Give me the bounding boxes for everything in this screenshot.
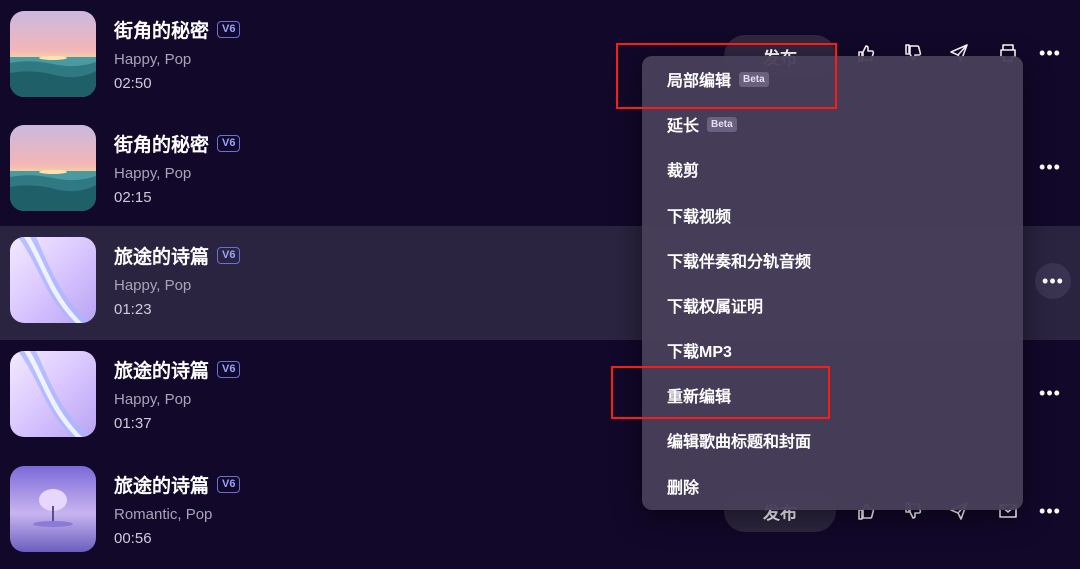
version-badge: V6 (217, 21, 241, 38)
song-tags: Happy, Pop (114, 277, 192, 294)
song-cover[interactable] (10, 351, 96, 437)
song-title[interactable]: 街角的秘密 (114, 16, 209, 43)
song-cover[interactable] (10, 11, 96, 97)
menu-item-download-stems[interactable]: 下载伴奏和分轨音频 (667, 248, 811, 272)
menu-item-label: 删除 (667, 480, 700, 497)
more-icon[interactable]: ••• (1034, 37, 1066, 69)
menu-item-label: 下载伴奏和分轨音频 (667, 254, 812, 271)
menu-item-partial-edit[interactable]: 局部编辑 Beta (667, 67, 769, 91)
more-icon[interactable]: ••• (1034, 151, 1066, 183)
menu-item-delete[interactable]: 删除 (667, 474, 699, 498)
version-badge: V6 (217, 135, 241, 152)
menu-item-label: 下载权属证明 (667, 299, 764, 316)
menu-item-edit-title-cover[interactable]: 编辑歌曲标题和封面 (667, 428, 811, 452)
menu-item-download-ownership-proof[interactable]: 下载权属证明 (667, 293, 763, 317)
menu-item-re-edit[interactable]: 重新编辑 (667, 383, 731, 407)
menu-item-label: 编辑歌曲标题和封面 (667, 434, 812, 451)
more-icon[interactable]: ••• (1035, 263, 1071, 299)
menu-item-label: 裁剪 (667, 163, 700, 180)
context-menu: 局部编辑 Beta 延长 Beta 裁剪 下载视频 下载伴奏和分轨音频 下载权属… (642, 56, 1023, 510)
song-tags: Happy, Pop (114, 165, 192, 182)
song-duration: 02:15 (114, 189, 152, 206)
abstract-ribbon-cover (10, 351, 96, 437)
song-tags: Happy, Pop (114, 391, 192, 408)
menu-item-extend[interactable]: 延长 Beta (667, 112, 737, 136)
song-title[interactable]: 街角的秘密 (114, 130, 209, 157)
abstract-ribbon-cover (10, 237, 96, 323)
song-cover[interactable] (10, 125, 96, 211)
song-duration: 00:56 (114, 530, 152, 547)
song-cover[interactable] (10, 237, 96, 323)
song-tags: Happy, Pop (114, 51, 192, 68)
menu-item-label: 延长 (667, 118, 700, 135)
sunset-sea-cover (10, 11, 96, 97)
version-badge: V6 (217, 361, 241, 378)
song-title[interactable]: 旅途的诗篇 (114, 242, 209, 269)
song-title[interactable]: 旅途的诗篇 (114, 356, 209, 383)
song-tags: Romantic, Pop (114, 506, 213, 523)
version-badge: V6 (217, 247, 241, 264)
menu-item-label: 下载视频 (667, 209, 732, 226)
menu-item-download-mp3[interactable]: 下载MP3 (667, 338, 732, 362)
menu-item-label: 局部编辑 (667, 73, 732, 90)
more-icon[interactable]: ••• (1034, 495, 1066, 527)
version-badge: V6 (217, 476, 241, 493)
song-duration: 02:50 (114, 75, 152, 92)
menu-item-crop[interactable]: 裁剪 (667, 157, 699, 181)
sunset-sea-cover (10, 125, 96, 211)
song-duration: 01:37 (114, 415, 152, 432)
menu-item-label: 下载MP3 (667, 344, 732, 361)
menu-item-download-video[interactable]: 下载视频 (667, 203, 731, 227)
purple-tree-cover (10, 466, 96, 552)
song-title[interactable]: 旅途的诗篇 (114, 471, 209, 498)
menu-item-label: 重新编辑 (667, 389, 732, 406)
song-cover[interactable] (10, 466, 96, 552)
beta-badge: Beta (739, 71, 769, 87)
beta-badge: Beta (707, 116, 737, 132)
more-icon[interactable]: ••• (1034, 377, 1066, 409)
song-duration: 01:23 (114, 301, 152, 318)
